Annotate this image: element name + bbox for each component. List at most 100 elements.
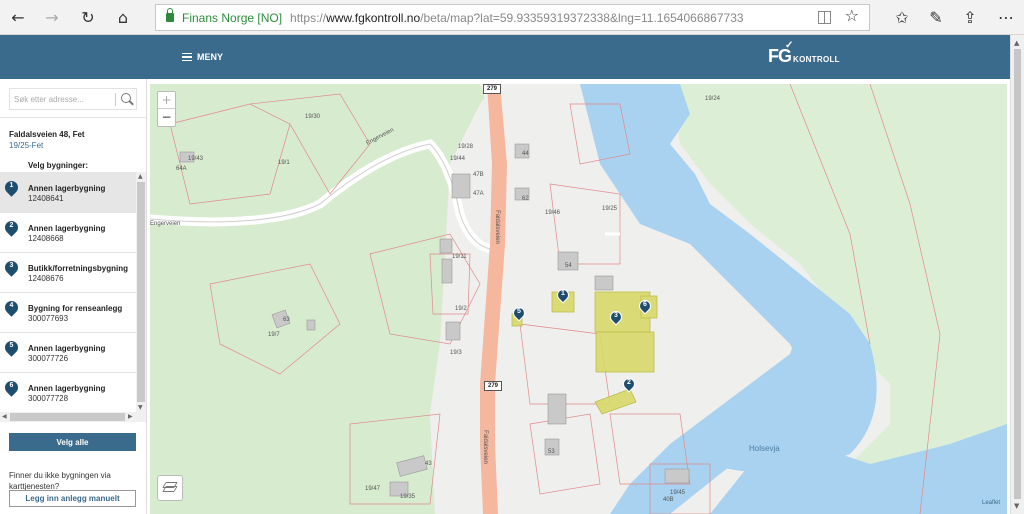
scroll-down-arrow-icon[interactable]: ▼ xyxy=(1014,502,1019,510)
marker-number: 2 xyxy=(9,222,14,229)
list-item[interactable]: 1 Annen lagerbygning 12408641 xyxy=(0,172,136,212)
url-path: /beta/map?lat=59.93359319372338&lng=11.1… xyxy=(420,10,744,25)
browser-toolbar: ← → ↻ ⌂ Finans Norge [NO] https://www.fg… xyxy=(0,0,1024,35)
marker-number: 4 xyxy=(9,302,14,309)
map-pin[interactable]: 5 xyxy=(510,304,528,322)
pen-icon[interactable]: ✎ xyxy=(922,4,950,31)
map-pin[interactable]: 2 xyxy=(620,375,638,393)
selected-address: Faldalsveien 48, Fet xyxy=(9,130,85,139)
layers-button[interactable] xyxy=(157,475,183,501)
list-item[interactable]: 6 Annen lagerbygning 300077728 xyxy=(0,372,136,412)
map-pin[interactable]: 3 xyxy=(607,308,625,326)
home-icon[interactable]: ⌂ xyxy=(109,4,137,31)
parcel-label: 47B xyxy=(473,172,484,178)
map-canvas xyxy=(150,84,1007,514)
parcel-label: 44 xyxy=(522,151,529,157)
zoom-out-button[interactable]: − xyxy=(158,109,175,126)
list-item[interactable]: 2 Annen lagerbygning 12408668 xyxy=(0,212,136,252)
parcel-label: 43 xyxy=(425,461,432,467)
parcel-label: 19/24 xyxy=(705,96,721,102)
parcel-label: 19/28 xyxy=(458,144,474,150)
road-number-badge: 279 xyxy=(483,84,502,94)
list-scrollbar[interactable]: ▲ ▼ xyxy=(136,172,146,412)
map-view[interactable]: Engerveien Engerveien Faldalsveien Falda… xyxy=(150,84,1007,514)
zoom-in-button[interactable]: + xyxy=(158,92,175,109)
building-id: 300077726 xyxy=(28,354,69,363)
map-pin[interactable]: 1 xyxy=(554,286,572,304)
zoom-control: + − xyxy=(157,91,176,127)
scroll-left-arrow-icon[interactable]: ◀ xyxy=(2,413,7,420)
select-all-button[interactable]: Velg alle xyxy=(9,433,136,451)
parcel-label: 53 xyxy=(548,449,555,455)
menu-button[interactable]: MENY xyxy=(182,48,223,66)
back-arrow-icon[interactable]: ← xyxy=(4,4,32,31)
building-name: Annen lagerbygning xyxy=(28,224,106,233)
parcel-label: 19/25 xyxy=(602,206,618,212)
more-menu-icon[interactable]: ⋯ xyxy=(992,4,1020,31)
attribution-link[interactable]: Leaflet xyxy=(982,500,1000,506)
scroll-right-arrow-icon[interactable]: ▶ xyxy=(128,413,133,420)
list-item[interactable]: 4 Bygning for renseanlegg 300077693 xyxy=(0,292,136,332)
parcel-label: 64A xyxy=(176,166,187,172)
building-id: 300077693 xyxy=(28,314,69,323)
parcel-label: 19/7 xyxy=(268,332,280,338)
url-domain: www.fgkontroll.no xyxy=(326,10,421,25)
address-bar[interactable]: Finans Norge [NO] https://www.fgkontroll… xyxy=(155,4,870,31)
building-name: Butikk/forretningsbygning xyxy=(28,264,128,273)
search-input[interactable] xyxy=(14,92,114,107)
parcel-label: 19/44 xyxy=(450,156,466,162)
search-separator xyxy=(115,93,116,106)
pin-number: 5 xyxy=(517,308,521,315)
building-list: 1 Annen lagerbygning 12408641 2 Annen la… xyxy=(0,172,136,412)
favorites-hub-icon[interactable]: ✩ xyxy=(888,4,916,31)
parcel-label: 19/43 xyxy=(188,156,204,162)
water-label: Holsevja xyxy=(749,444,780,453)
marker-number: 5 xyxy=(9,342,14,349)
add-manually-button[interactable]: Legg inn anlegg manuelt xyxy=(9,490,136,507)
not-found-text: Finner du ikke bygningen via karttjenest… xyxy=(9,471,111,491)
marker-number: 6 xyxy=(9,382,14,389)
search-icon[interactable] xyxy=(121,93,131,103)
parcel-label: 54 xyxy=(565,263,572,269)
pin-number: 1 xyxy=(561,290,565,297)
menu-label: MENY xyxy=(197,52,224,62)
list-horizontal-scrollbar[interactable]: ◀ ▶ xyxy=(0,412,146,422)
list-item[interactable]: 5 Annen lagerbygning 300077726 xyxy=(0,332,136,372)
building-id: 12408668 xyxy=(28,234,64,243)
pin-number: 3 xyxy=(614,312,618,319)
logo-text: KONTROLL xyxy=(793,54,840,64)
parcel-label: 19/30 xyxy=(305,114,321,120)
scrollbar-thumb[interactable] xyxy=(1014,49,1021,499)
list-item[interactable]: 3 Butikk/forretningsbygning 12408676 xyxy=(0,252,136,292)
page-scrollbar[interactable]: ▲ ▼ xyxy=(1010,35,1024,514)
scrollbar-thumb[interactable] xyxy=(137,182,145,402)
favorite-star-icon[interactable]: ☆ xyxy=(845,6,859,25)
parcel-label: 19/35 xyxy=(400,494,416,500)
building-name: Annen lagerbygning xyxy=(28,384,106,393)
road-label: Engerveien xyxy=(150,221,181,227)
building-name: Annen lagerbygning xyxy=(28,344,106,353)
scrollbar-thumb[interactable] xyxy=(10,413,125,421)
building-id: 12408641 xyxy=(28,194,64,203)
logo-check-icon: ✓ xyxy=(785,39,793,51)
refresh-icon[interactable]: ↻ xyxy=(74,4,102,31)
reading-view-icon[interactable] xyxy=(818,11,831,24)
sidebar: Faldalsveien 48, Fet 19/25-Fet Velg bygn… xyxy=(0,79,147,514)
pin-number: 6 xyxy=(643,301,647,308)
scroll-up-arrow-icon[interactable]: ▲ xyxy=(1014,39,1019,47)
url-text[interactable]: https://www.fgkontroll.no/beta/map?lat=5… xyxy=(290,11,744,25)
parcel-label: 19/46 xyxy=(545,210,561,216)
map-pin[interactable]: 6 xyxy=(636,297,654,315)
layers-icon xyxy=(162,481,178,495)
app-header: MENY FG ✓ KONTROLL xyxy=(0,35,1010,79)
select-buildings-label: Velg bygninger: xyxy=(28,161,89,170)
parcel-label: 63 xyxy=(283,317,290,323)
forward-arrow-icon[interactable]: → xyxy=(38,4,66,31)
share-icon[interactable]: ⇪ xyxy=(956,4,984,31)
lock-icon xyxy=(166,8,174,22)
building-id: 300077728 xyxy=(28,394,69,403)
scroll-down-arrow-icon[interactable]: ▼ xyxy=(138,404,143,411)
scroll-up-arrow-icon[interactable]: ▲ xyxy=(138,173,143,180)
property-id: 19/25-Fet xyxy=(9,141,44,150)
logo: FG ✓ KONTROLL xyxy=(768,40,840,67)
